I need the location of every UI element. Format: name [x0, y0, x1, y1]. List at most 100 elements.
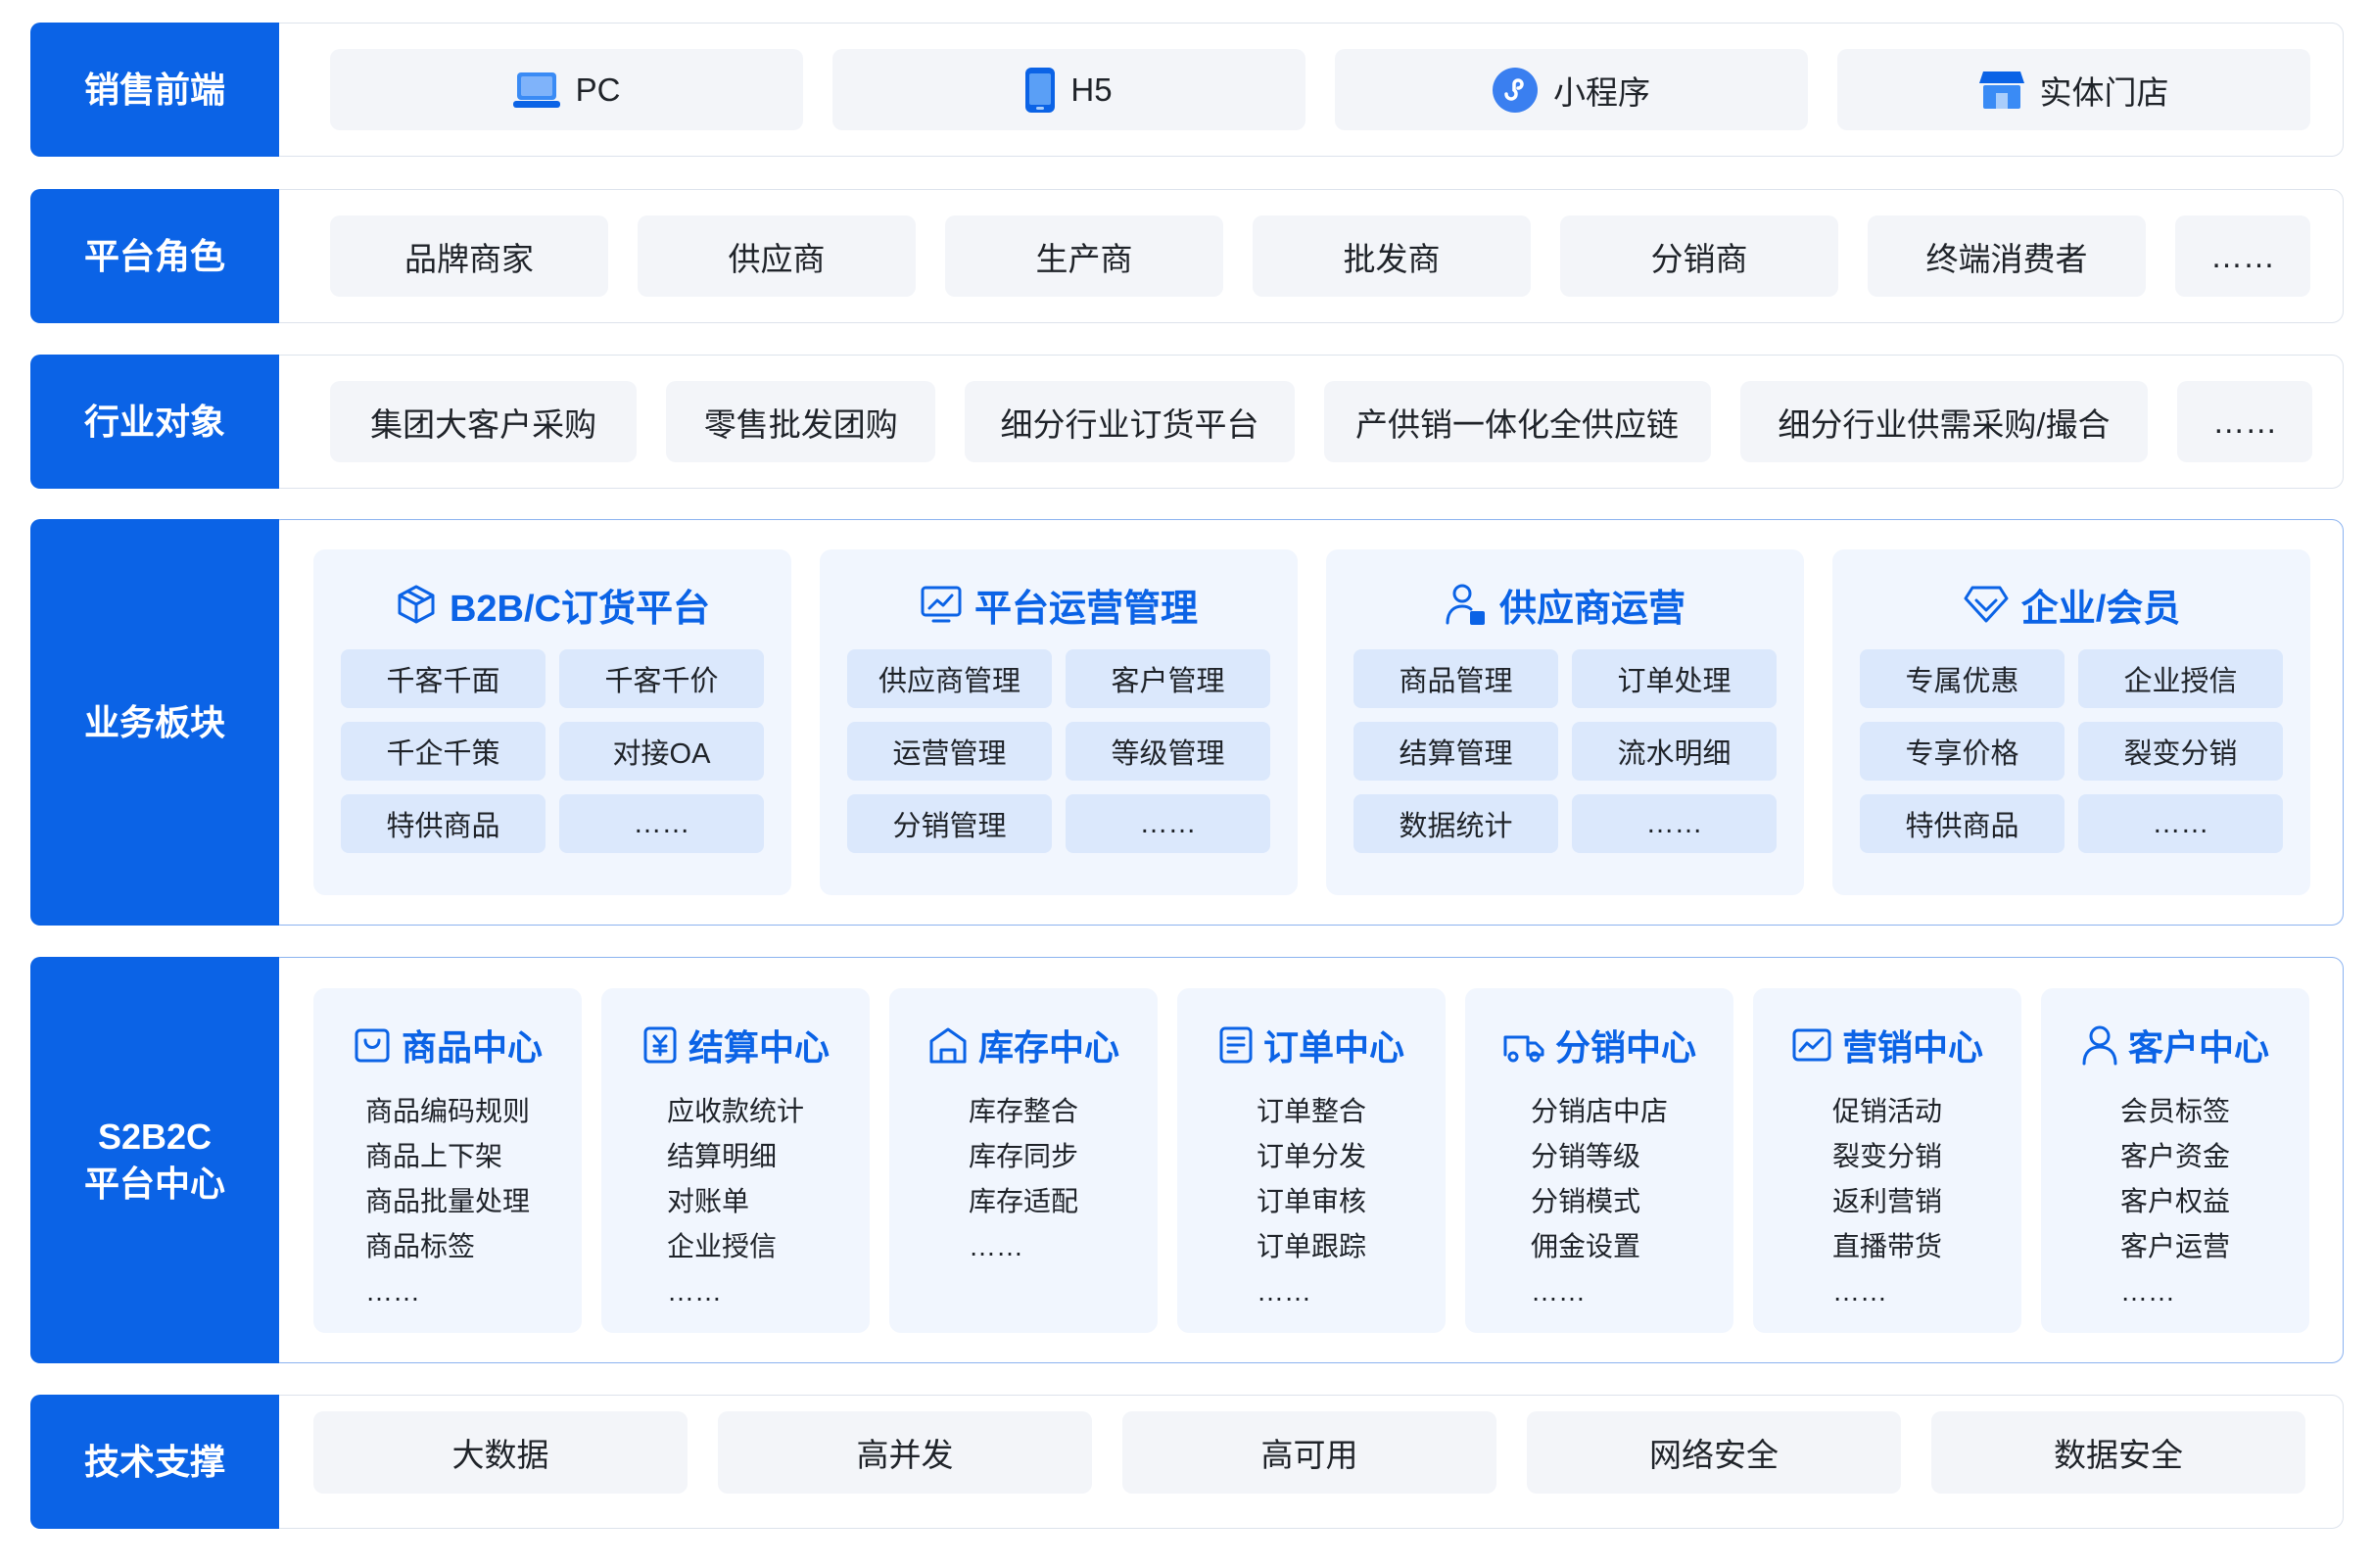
warehouse-icon	[929, 1027, 967, 1064]
industry-item-more: ……	[2177, 381, 2313, 462]
module-chip: 千企千策	[341, 722, 546, 781]
center-item: 分销等级	[1530, 1141, 1640, 1171]
module-chip: 订单处理	[1572, 649, 1777, 708]
store-icon	[1978, 71, 2024, 109]
center-item: 企业授信	[666, 1231, 777, 1261]
center-card-title: 分销中心	[1554, 1027, 1696, 1068]
module-card-b2bc: B2B/C订货平台 千客千面 千客千价 千企千策 对接OA 特供商品 ……	[313, 549, 791, 895]
center-item: 结算明细	[666, 1141, 777, 1171]
role-item-more: ……	[2175, 215, 2310, 297]
center-item: 直播带货	[1831, 1231, 1942, 1261]
center-card-title: 客户中心	[2127, 1027, 2269, 1068]
role-item: 供应商	[638, 215, 916, 297]
center-item: 促销活动	[1831, 1096, 1942, 1126]
center-card-title: 结算中心	[688, 1027, 830, 1068]
mini-program-icon	[1493, 67, 1538, 113]
tech-item: 高可用	[1122, 1411, 1496, 1494]
frontend-pc: PC	[330, 49, 803, 130]
business-modules-row: 业务板块 B2B/C订货平台 千客千面 千客千价 千企千策 对接OA 特供商品 …	[30, 519, 2344, 926]
center-card-order: 订单中心 订单整合 订单分发 订单审核 订单跟踪 ……	[1177, 988, 1446, 1333]
module-card-title: B2B/C订货平台	[449, 588, 711, 630]
center-item: 订单跟踪	[1256, 1231, 1366, 1261]
center-card-settlement: 结算中心 应收款统计 结算明细 对账单 企业授信 ……	[601, 988, 870, 1333]
role-item: 品牌商家	[330, 215, 608, 297]
module-chip: 客户管理	[1066, 649, 1270, 708]
module-chip: ……	[1066, 794, 1270, 853]
industry-targets-row: 行业对象 集团大客户采购 零售批发团购 细分行业订货平台 产供销一体化全供应链 …	[30, 355, 2344, 489]
yuan-document-icon	[643, 1026, 677, 1064]
module-card-title: 企业/会员	[2020, 588, 2181, 630]
center-item: 应收款统计	[666, 1096, 804, 1126]
module-chip: 企业授信	[2078, 649, 2283, 708]
module-chip: 专享价格	[1860, 722, 2065, 781]
module-chip: 对接OA	[559, 722, 764, 781]
diamond-icon	[1964, 586, 2009, 623]
tech-item: 网络安全	[1527, 1411, 1901, 1494]
center-item: 订单审核	[1256, 1186, 1366, 1216]
mobile-phone-icon	[1025, 67, 1056, 113]
center-item: 裂变分销	[1831, 1141, 1942, 1171]
module-chip: 千客千价	[559, 649, 764, 708]
row-label-tech-support: 技术支撑	[30, 1395, 279, 1529]
industry-item: 产供销一体化全供应链	[1323, 381, 1711, 462]
module-chip: 专属优惠	[1860, 649, 2065, 708]
module-card-title: 平台运营管理	[973, 588, 1198, 630]
industry-item: 集团大客户采购	[330, 381, 638, 462]
center-item: 商品上下架	[364, 1141, 502, 1171]
center-card-marketing: 营销中心 促销活动 裂变分销 返利营销 直播带货 ……	[1753, 988, 2021, 1333]
role-item: 分销商	[1560, 215, 1838, 297]
monitor-chart-icon	[921, 586, 962, 623]
customer-person-icon	[2082, 1025, 2117, 1066]
module-chip: 数据统计	[1353, 794, 1558, 853]
tech-support-row: 技术支撑 大数据 高并发 高可用 网络安全 数据安全	[30, 1395, 2344, 1529]
supplier-person-icon	[1446, 584, 1485, 625]
module-chip: 供应商管理	[847, 649, 1052, 708]
role-item: 生产商	[945, 215, 1223, 297]
module-chip: 特供商品	[341, 794, 546, 853]
center-item: 库存适配	[968, 1186, 1078, 1216]
industry-item: 细分行业订货平台	[965, 381, 1295, 462]
module-chip: 千客千面	[341, 649, 546, 708]
module-chip: 结算管理	[1353, 722, 1558, 781]
module-chip: ……	[559, 794, 764, 853]
trend-chart-icon	[1792, 1028, 1831, 1062]
tech-item: 高并发	[718, 1411, 1092, 1494]
center-item: 分销店中店	[1530, 1096, 1668, 1126]
industry-item: 细分行业供需采购/撮合	[1739, 381, 2149, 462]
center-card-title: 营销中心	[1841, 1027, 1983, 1068]
frontend-physical-store: 实体门店	[1837, 49, 2310, 130]
module-card-title: 供应商运营	[1498, 588, 1685, 630]
platform-roles-row: 平台角色 品牌商家 供应商 生产商 批发商 分销商 终端消费者 ……	[30, 189, 2344, 323]
center-item: 对账单	[666, 1186, 749, 1216]
role-item: 终端消费者	[1868, 215, 2146, 297]
order-list-icon	[1219, 1026, 1253, 1064]
center-item: ……	[666, 1276, 722, 1307]
center-item: 商品批量处理	[364, 1186, 530, 1216]
center-item: 商品编码规则	[364, 1096, 530, 1126]
platform-center-row: S2B2C 平台中心 商品中心 商品编码规则 商品上下架 商品批量处理 商品标签…	[30, 957, 2344, 1363]
row-label-platform-center: S2B2C 平台中心	[30, 957, 279, 1363]
row-label-platform-roles: 平台角色	[30, 189, 279, 323]
module-card-platform-ops: 平台运营管理 供应商管理 客户管理 运营管理 等级管理 分销管理 ……	[820, 549, 1298, 895]
center-item: 会员标签	[2119, 1096, 2230, 1126]
module-chip: 特供商品	[1860, 794, 2065, 853]
tech-item: 大数据	[313, 1411, 688, 1494]
center-item: 库存同步	[968, 1141, 1078, 1171]
module-chip: ……	[1572, 794, 1777, 853]
center-item: ……	[1256, 1276, 1311, 1307]
module-chip: 运营管理	[847, 722, 1052, 781]
center-item: 客户资金	[2119, 1141, 2230, 1171]
center-item: 订单分发	[1256, 1141, 1366, 1171]
center-item: ……	[2119, 1276, 2175, 1307]
module-chip: 分销管理	[847, 794, 1052, 853]
row-label-business-modules: 业务板块	[30, 519, 279, 926]
center-item: 商品标签	[364, 1231, 475, 1261]
role-item: 批发商	[1253, 215, 1531, 297]
module-chip: 等级管理	[1066, 722, 1270, 781]
module-card-supplier-ops: 供应商运营 商品管理 订单处理 结算管理 流水明细 数据统计 ……	[1326, 549, 1804, 895]
module-chip: 流水明细	[1572, 722, 1777, 781]
industry-item: 零售批发团购	[666, 381, 936, 462]
center-card-title: 商品中心	[401, 1027, 543, 1068]
center-item: 客户权益	[2119, 1186, 2230, 1216]
laptop-icon	[512, 71, 560, 108]
